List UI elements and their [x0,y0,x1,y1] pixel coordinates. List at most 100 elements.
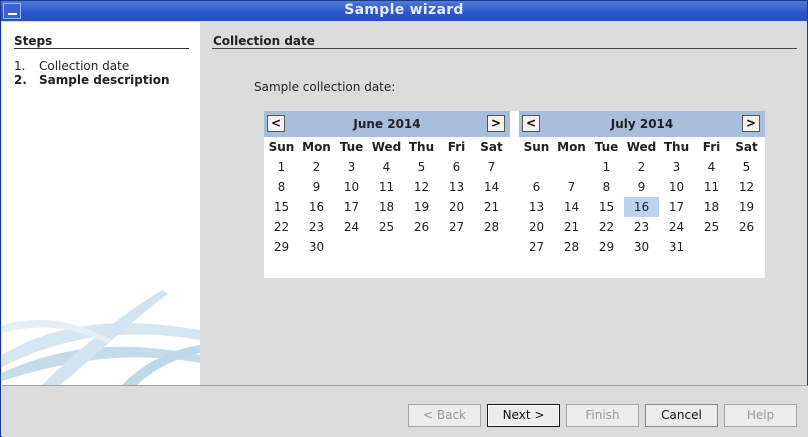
calendar-day[interactable]: 26 [729,217,764,237]
calendar-week-row: 6 7 8 9 10 11 12 [519,177,764,197]
calendar-grid: Sun Mon Tue Wed Thu Fri Sat 1 2 3 4 5 6 7 8 9 10 1… [264,137,509,257]
calendar-month-label: July 2014 [610,117,674,131]
calendar-day[interactable]: 17 [334,197,369,217]
decorative-swoosh-graphic [2,290,200,385]
calendar-day[interactable]: 19 [729,197,764,217]
calendar-day[interactable]: 8 [264,177,299,197]
calendar-day[interactable]: 24 [334,217,369,237]
calendar-day[interactable]: 18 [694,197,729,217]
cancel-button[interactable]: Cancel [645,404,718,427]
calendar-day[interactable]: 28 [554,237,589,257]
calendar-day[interactable]: 10 [659,177,694,197]
title-bar[interactable]: Sample wizard [1,1,807,21]
calendar-day[interactable]: 5 [404,157,439,177]
weekday-label: Sun [268,140,295,154]
calendar-day[interactable]: 15 [264,197,299,217]
calendar-day[interactable]: 4 [694,157,729,177]
calendar-day[interactable]: 23 [624,217,659,237]
calendar-day[interactable]: 12 [729,177,764,197]
calendar-day[interactable]: 13 [439,177,474,197]
button-bar: < Back Next > Finish Cancel Help [2,385,808,437]
calendar-day[interactable]: 2 [299,157,334,177]
calendar-day[interactable]: 21 [474,197,509,217]
calendar-day[interactable]: 5 [729,157,764,177]
calendar-day[interactable]: 14 [474,177,509,197]
calendar-day[interactable]: 20 [439,197,474,217]
calendar-day[interactable]: 18 [369,197,404,217]
calendar-day[interactable]: 25 [369,217,404,237]
help-button[interactable]: Help [724,404,797,427]
step-number: 2. [14,73,27,87]
window-title: Sample wizard [344,2,464,18]
next-button[interactable]: Next > [487,404,560,427]
calendar-day[interactable]: 24 [659,217,694,237]
calendar-empty-cell [474,237,509,257]
calendar-day[interactable]: 26 [404,217,439,237]
calendar-day[interactable]: 29 [589,237,624,257]
calendar-day[interactable]: 29 [264,237,299,257]
calendar-day[interactable]: 30 [624,237,659,257]
calendar-day[interactable]: 22 [589,217,624,237]
weekday-label: Sat [480,140,503,154]
collection-date-label: Sample collection date: [254,80,396,94]
calendar-week-row: 1234567 [264,157,509,177]
calendar-day[interactable]: 3 [334,157,369,177]
calendar-day[interactable]: 31 [659,237,694,257]
calendar-day[interactable]: 7 [554,177,589,197]
step-number: 1. [14,59,26,73]
calendar-day[interactable]: 14 [554,197,589,217]
weekday-label: Tue [339,140,364,154]
weekday-label: Tue [594,140,619,154]
calendar-day[interactable]: 25 [694,217,729,237]
step-item-2: 2. Sample description [14,73,170,87]
calendar-day[interactable]: 11 [694,177,729,197]
calendar-day[interactable]: 7 [474,157,509,177]
calendar-day[interactable]: 8 [589,177,624,197]
calendar-empty-cell [554,157,589,177]
calendar-day[interactable]: 27 [439,217,474,237]
calendar-month-label: June 2014 [353,117,421,131]
calendar-day[interactable]: 9 [299,177,334,197]
calendar-day[interactable]: 4 [369,157,404,177]
calendar-day[interactable]: 27 [519,237,554,257]
weekday-label: Mon [557,140,586,154]
calendar-day[interactable]: 16 [299,197,334,217]
calendar-day[interactable]: 11 [369,177,404,197]
calendar-day[interactable]: 6 [519,177,554,197]
calendar-day-selected[interactable]: 16 [624,197,659,217]
calendar-day[interactable]: 19 [404,197,439,217]
calendar-day[interactable]: 1 [589,157,624,177]
calendar-day[interactable]: 9 [624,177,659,197]
calendar-day[interactable]: 30 [299,237,334,257]
calendar-day[interactable]: 10 [334,177,369,197]
calendar-week-row: 12345 [519,157,764,177]
calendar-day[interactable]: 21 [554,217,589,237]
calendar-day[interactable]: 13 [519,197,554,217]
finish-button[interactable]: Finish [566,404,639,427]
back-button[interactable]: < Back [408,404,481,427]
next-month-button[interactable]: > [742,115,760,132]
calendar-week-row: 29 30 [264,237,509,257]
calendar-day[interactable]: 20 [519,217,554,237]
calendar-july: < July 2014 > Sun Mon Tue Wed Thu Fri Sa… [519,111,765,257]
page-title: Collection date [213,34,315,48]
calendar-day[interactable]: 2 [624,157,659,177]
weekday-header-row: Sun Mon Tue Wed Thu Fri Sat [519,137,764,157]
calendar-day[interactable]: 1 [264,157,299,177]
calendar-week-row: 20 21 22 23 24 25 26 [519,217,764,237]
calendar-empty-cell [694,237,729,257]
calendar-day[interactable]: 3 [659,157,694,177]
calendar-day[interactable]: 15 [589,197,624,217]
weekday-label: Thu [663,140,690,154]
calendar-empty-cell [439,237,474,257]
calendar-day[interactable]: 23 [299,217,334,237]
calendar-day[interactable]: 28 [474,217,509,237]
weekday-label: Wed [371,140,402,154]
calendar-day[interactable]: 6 [439,157,474,177]
calendar-june: < June 2014 > Sun Mon Tue Wed Thu Fri Sa… [264,111,510,257]
calendar-day[interactable]: 17 [659,197,694,217]
calendar-day[interactable]: 22 [264,217,299,237]
step-label: Collection date [39,59,130,73]
next-month-button[interactable]: > [487,115,505,132]
calendar-day[interactable]: 12 [404,177,439,197]
